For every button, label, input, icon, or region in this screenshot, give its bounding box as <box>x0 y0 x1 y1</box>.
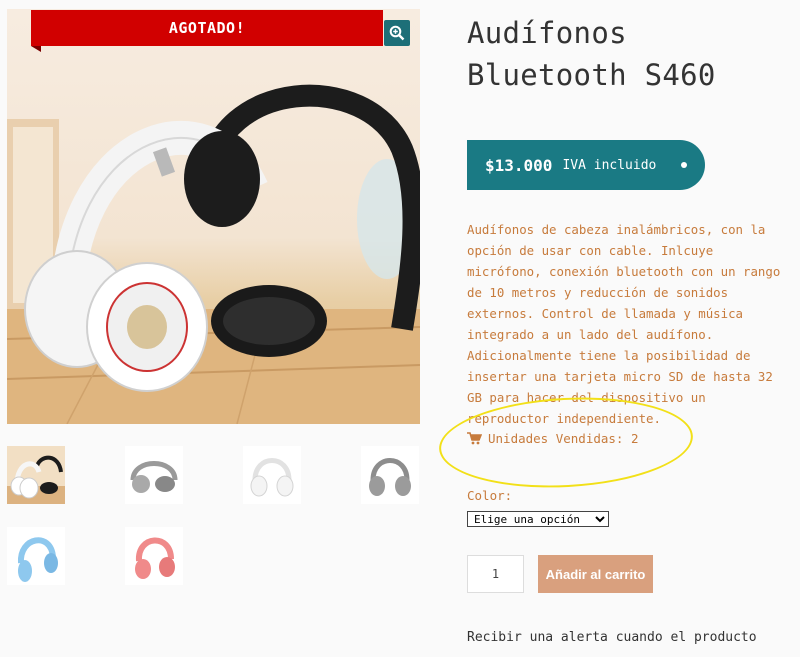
product-title: Audífonos Bluetooth S460 <box>467 12 787 96</box>
badge-fold <box>31 46 41 52</box>
price-badge: $13.000 IVA incluido <box>467 140 705 190</box>
stock-alert-text: Recibir una alerta cuando el producto <box>467 630 757 645</box>
thumbnail-2[interactable] <box>125 446 183 504</box>
color-select[interactable]: Elige una opción <box>467 511 609 527</box>
headphones-pink-icon <box>135 537 175 579</box>
dot-icon <box>681 162 687 168</box>
price-amount: $13.000 <box>485 155 553 175</box>
headphones-grey-icon <box>369 458 411 496</box>
headphones-white-icon <box>250 458 294 497</box>
price-tax-note: IVA incluido <box>562 157 657 173</box>
units-sold-text: Unidades Vendidas: 2 <box>488 431 639 446</box>
thumbnail-1[interactable] <box>7 446 65 504</box>
cart-icon <box>467 432 482 445</box>
headphones-white-black-icon <box>7 455 65 504</box>
add-to-cart-button[interactable]: Añadir al carrito <box>538 555 653 593</box>
units-sold: Unidades Vendidas: 2 <box>467 431 639 446</box>
product-title-line2: Bluetooth S460 <box>467 58 716 92</box>
headphones-blue-icon <box>17 537 58 582</box>
thumbnail-6[interactable] <box>125 527 183 585</box>
magnifier-plus-icon <box>389 25 405 41</box>
thumbnail-3[interactable] <box>243 446 301 504</box>
zoom-button[interactable] <box>384 20 410 46</box>
sold-out-badge: AGOTADO! <box>31 10 383 46</box>
headphones-illustration <box>7 84 420 424</box>
product-description: Audífonos de cabeza inalámbricos, con la… <box>467 222 781 426</box>
quantity-input[interactable] <box>467 555 524 593</box>
thumbnail-5[interactable] <box>7 527 65 585</box>
product-title-line1: Audífonos <box>467 16 627 50</box>
thumbnail-4[interactable] <box>361 446 419 504</box>
headphones-grey-folded-icon <box>130 461 178 493</box>
color-label: Color: <box>467 488 513 503</box>
product-main-image[interactable] <box>7 9 420 424</box>
